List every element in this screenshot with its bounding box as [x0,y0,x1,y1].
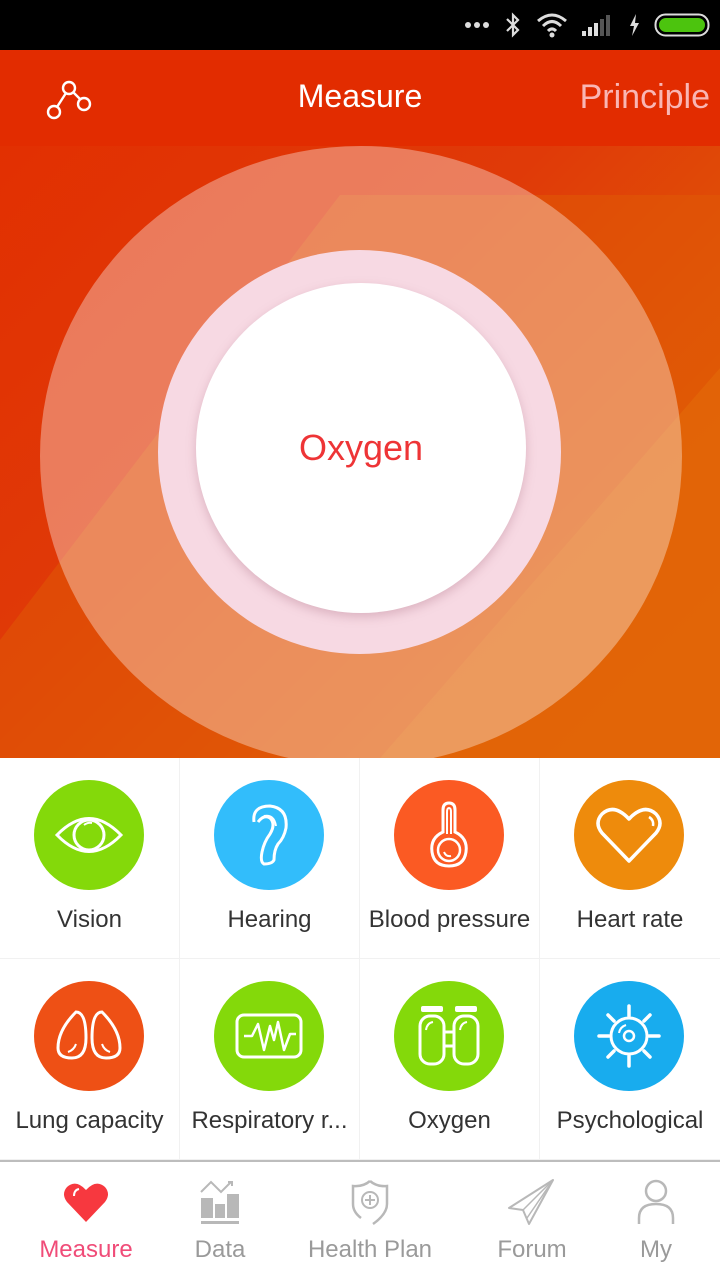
charging-icon [630,14,639,36]
status-bar [0,0,720,50]
measure-item-label: Lung capacity [15,1107,164,1134]
psychological-badge [574,981,684,1091]
measure-item-vision[interactable]: Vision [0,758,180,959]
tab-label: Forum [497,1236,567,1263]
tab-forum[interactable]: Forum [472,1162,592,1280]
tab-label: Measure [39,1236,133,1263]
tab-health-plan[interactable]: Health Plan [268,1162,472,1280]
principle-button[interactable]: Principle [580,78,710,117]
tab-label: My [640,1236,672,1263]
oxygen-badge [394,981,504,1091]
measure-item-label: Heart rate [576,906,684,933]
measure-item-oxygen[interactable]: Oxygen [360,959,540,1160]
signal-icon [582,15,610,36]
lungs-icon [56,1010,122,1060]
eye-icon [54,817,124,853]
measure-item-hearing[interactable]: Hearing [180,758,360,959]
measure-hero: Oxygen [0,50,720,758]
respiratory-rate-badge [214,981,324,1091]
measure-item-respiratory-rate[interactable]: Respiratory r... [180,959,360,1160]
tab-label: Data [194,1236,246,1263]
heart-rate-badge [574,780,684,890]
vision-badge [34,780,144,890]
blood-pressure-badge [394,780,504,890]
lung-capacity-badge [34,981,144,1091]
measure-item-label: Hearing [227,906,312,933]
app-bar: Measure Principle [0,50,720,146]
battery-icon [654,13,710,37]
thermometer-icon [430,801,468,868]
wifi-icon [537,13,567,38]
person-icon [637,1179,675,1224]
measure-item-label: Vision [57,906,122,933]
paper-plane-icon [508,1179,554,1225]
measurement-grid: Vision Hearing Blood pressure Heart rate… [0,758,720,1160]
hearing-badge [214,780,324,890]
tab-my[interactable]: My [592,1162,720,1280]
monitor-wave-icon [235,1013,303,1059]
more-dots-icon [465,22,489,28]
measure-item-label: Psychological [556,1107,704,1134]
shield-plus-icon [351,1180,389,1226]
measure-item-lung-capacity[interactable]: Lung capacity [0,959,180,1160]
heart-icon [64,1183,108,1222]
chart-icon [200,1180,239,1224]
start-measure-label: Oxygen [298,427,424,468]
measure-item-heart-rate[interactable]: Heart rate [540,758,720,959]
measure-item-psychological[interactable]: Psychological [540,959,720,1160]
oxygen-tanks-icon [418,1006,480,1066]
bottom-tab-bar: Measure Data Health Plan Forum My [0,1160,720,1280]
measure-item-label: Respiratory r... [191,1107,348,1134]
heart-icon [596,807,662,863]
tab-label: Health Plan [307,1236,433,1263]
measure-item-label: Oxygen [408,1107,491,1134]
virus-icon [597,1004,661,1068]
tab-data[interactable]: Data [172,1162,268,1280]
measure-item-label: Blood pressure [368,906,531,933]
start-measure-button[interactable]: Oxygen [196,283,526,613]
measure-item-blood-pressure[interactable]: Blood pressure [360,758,540,959]
ear-icon [252,804,288,866]
bluetooth-icon [506,12,520,38]
tab-measure[interactable]: Measure [0,1162,172,1280]
